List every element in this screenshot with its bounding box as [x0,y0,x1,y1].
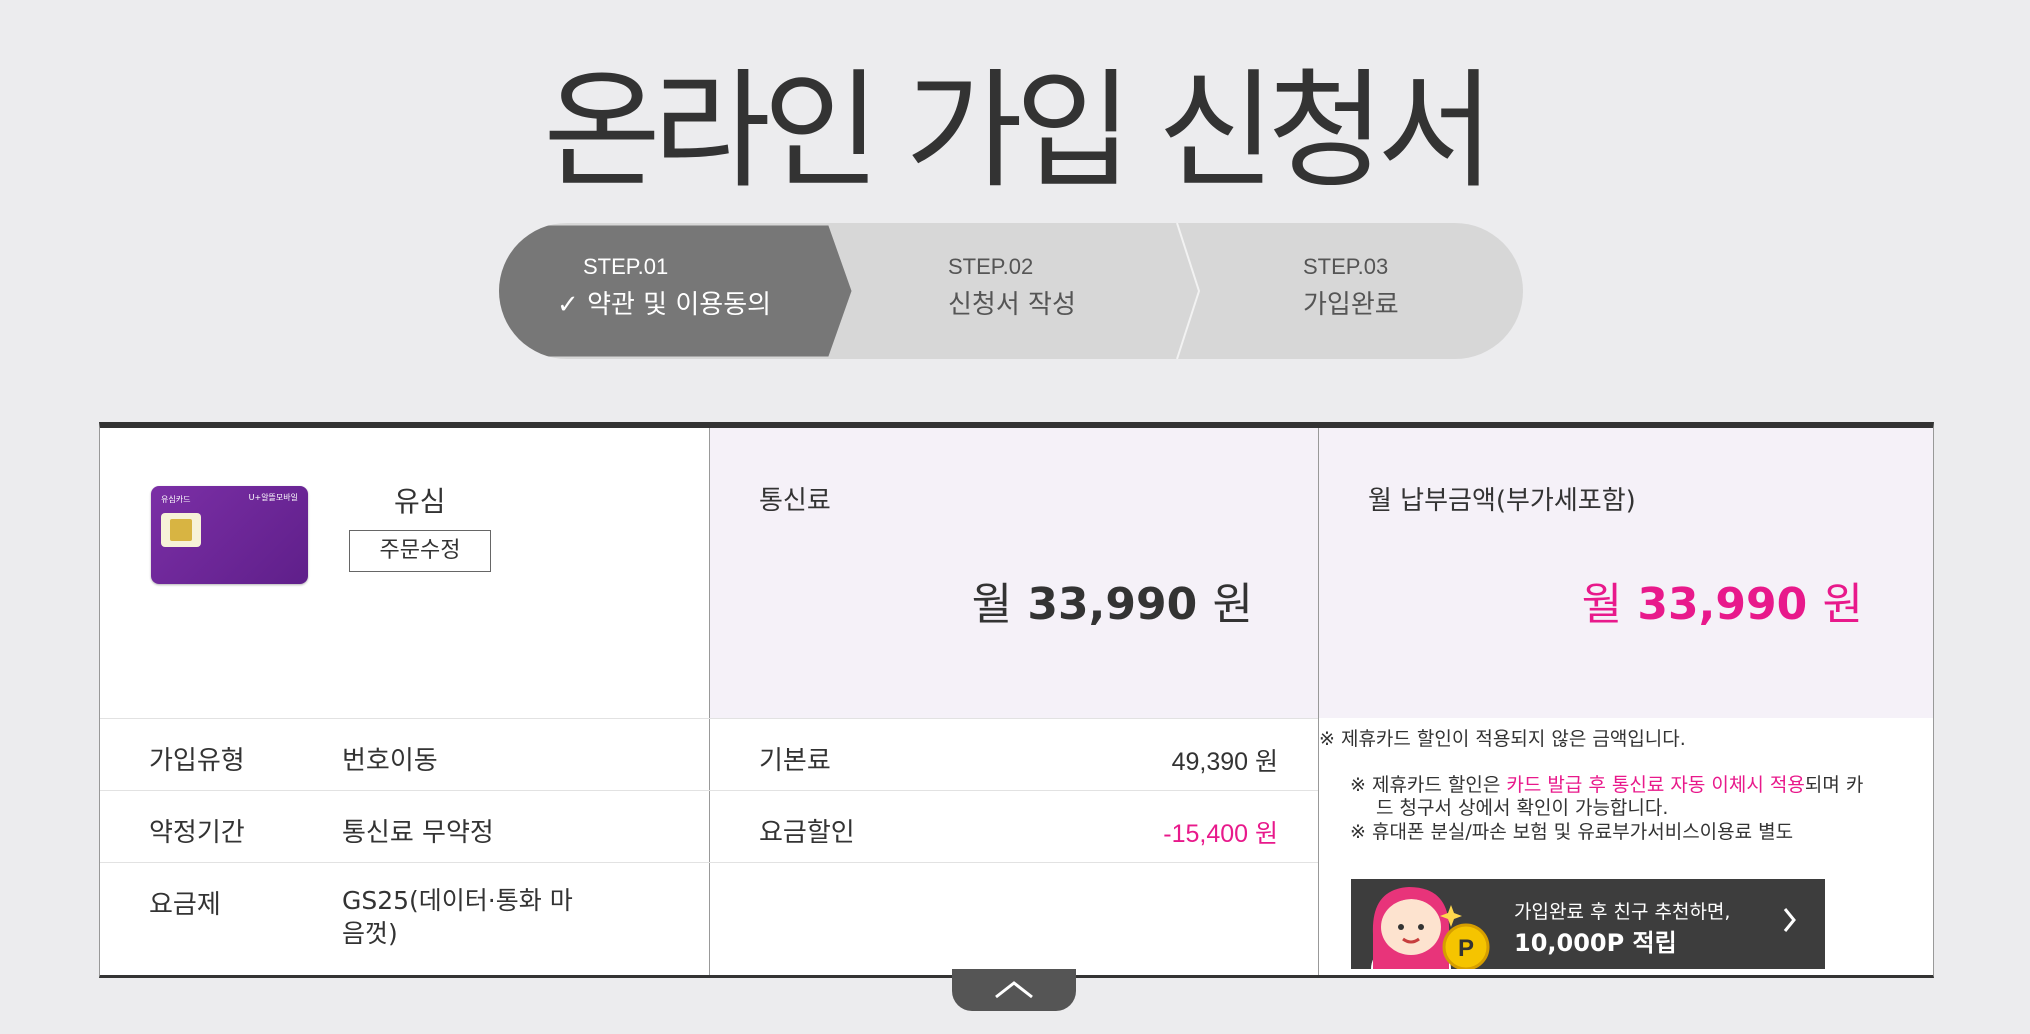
character-icon: P [1371,887,1490,969]
note-text: ※ 제휴카드 할인은 [1350,774,1507,796]
monthly-total: 월 33,990 원 [1582,568,1863,632]
product-name: 유심 [394,485,446,518]
fee-header: 통신료 [759,486,831,516]
step-2: STEP.02 신청서 작성 [948,254,1076,320]
row-value-contract: 통신료 무약정 [342,818,494,848]
base-fee-label: 기본료 [759,746,831,776]
usim-card-image: 유심카드 U+알뜰모바일 [151,486,308,584]
step-1-label: 약관 및 이용동의 [587,290,772,320]
page-title: 온라인 가입 신청서 [543,57,1494,206]
chevron-up-icon [995,981,1033,999]
row-divider [100,718,1318,719]
row-label-contract: 약정기간 [149,818,245,848]
banner-text-line1: 가입완료 후 친구 추천하면, [1514,901,1731,923]
step-1: STEP.01 ✓ 약관 및 이용동의 [557,254,771,319]
referral-banner[interactable]: P 가입완료 후 친구 추천하면, 10,000P 적립 [1351,879,1825,969]
note-highlight: 카드 발급 후 통신료 자동 이체시 적용 [1506,774,1805,796]
monthly-header: 월 납부금액(부가세포함) [1368,486,1636,516]
row-value-plan: GS25(데이터·통화 마 음껏) [342,884,573,950]
row-label-join-type: 가입유형 [149,746,245,776]
note-card-discount: ※ 제휴카드 할인이 적용되지 않은 금액입니다. [1319,728,1686,750]
step-3-label: 가입완료 [1303,290,1399,320]
monthly-unit: 원 [1822,579,1863,630]
order-summary-panel: 유심카드 U+알뜰모바일 유심 주문수정 통신료 월 33,990 원 월 납부… [99,422,1934,978]
step-2-number: STEP.02 [948,254,1034,279]
discount-label: 요금할인 [759,818,855,848]
fee-unit: 원 [1212,579,1253,630]
svg-text:P: P [1458,935,1474,962]
step-3: STEP.03 가입완료 [1303,254,1399,320]
row-divider [100,862,1318,863]
step-1-label-wrap: ✓ 약관 및 이용동의 [557,292,771,318]
step-3-number: STEP.03 [1303,254,1389,279]
row-label-plan: 요금제 [149,890,221,920]
row-value-join-type: 번호이동 [342,746,438,776]
base-fee-amount: 49,390 원 [1171,748,1278,776]
banner-text-line2: 10,000P 적립 [1514,929,1677,957]
step-progress: STEP.01 ✓ 약관 및 이용동의 STEP.02 신청서 작성 STEP.… [499,223,1523,359]
chevron-right-icon [1783,908,1796,932]
monthly-amount: 33,990 [1637,579,1808,630]
sim-chip-icon [161,513,201,547]
plan-name-line2: 음껏) [342,919,398,948]
sim-card-brand: 유심카드 [161,495,191,504]
column-divider [1318,428,1319,975]
fee-prefix: 월 [971,579,1013,630]
step-1-number: STEP.01 [583,254,669,279]
plan-name-line1: GS25(데이터·통화 마 [342,886,573,915]
sim-card-carrier: U+알뜰모바일 [248,493,298,502]
monthly-prefix: 월 [1581,579,1623,630]
step-separator-icon [1176,223,1201,359]
note-card-detail-cont: 드 청구서 상에서 확인이 가능합니다. [1376,797,1669,819]
fee-amount: 33,990 [1027,579,1198,630]
check-icon: ✓ [557,290,588,320]
column-divider [709,428,710,975]
discount-amount: -15,400 원 [1163,820,1278,848]
collapse-toggle-button[interactable] [952,969,1076,1011]
note-text: 되며 카 [1804,774,1864,796]
row-divider [100,790,1318,791]
fee-total: 월 33,990 원 [972,568,1253,632]
step-2-label: 신청서 작성 [948,290,1076,320]
order-edit-button[interactable]: 주문수정 [349,530,491,572]
note-card-detail: ※ 제휴카드 할인은 카드 발급 후 통신료 자동 이체시 적용되며 카 [1350,774,1910,797]
note-insurance: ※ 휴대폰 분실/파손 보험 및 유료부가서비스이용료 별도 [1350,821,1794,843]
